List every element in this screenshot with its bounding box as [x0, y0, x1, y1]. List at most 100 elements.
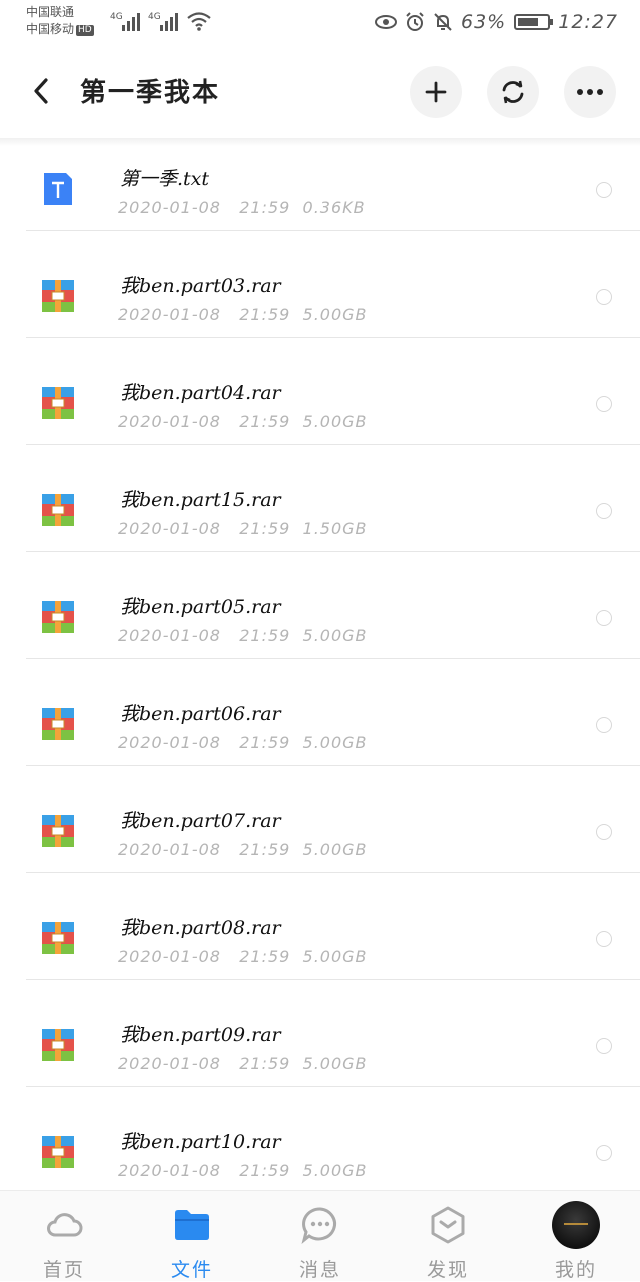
file-meta: 2020-01-08 21:59 5.00GB: [118, 840, 368, 859]
bottom-tab-bar: 首页 文件 消息 发现 我的: [0, 1190, 640, 1281]
more-dots-icon: [577, 89, 603, 95]
file-row[interactable]: 我ben.part04.rar 2020-01-08 21:59 5.00GB: [26, 337, 640, 444]
file-size: 0.36KB: [302, 198, 366, 217]
archive-file-icon: [42, 494, 74, 526]
back-arrow-icon[interactable]: [28, 74, 58, 108]
file-name: 第一季.txt: [120, 168, 210, 190]
file-date: 2020-01-08: [118, 733, 221, 752]
file-row[interactable]: 我ben.part08.rar 2020-01-08 21:59 5.00GB: [26, 872, 640, 979]
alarm-icon: [406, 12, 424, 31]
hd-badge: HD: [76, 25, 94, 36]
file-time: 21:59: [239, 1161, 291, 1180]
file-name: 我ben.part06.rar: [120, 703, 281, 725]
plus-icon: [425, 81, 447, 103]
status-right: 63% 12:27: [375, 9, 618, 35]
discover-icon: [431, 1206, 465, 1244]
folder-icon: [175, 1210, 209, 1240]
file-meta: 2020-01-08 21:59 1.50GB: [118, 519, 368, 538]
file-row[interactable]: 我ben.part05.rar 2020-01-08 21:59 5.00GB: [26, 551, 640, 658]
file-meta: 2020-01-08 21:59 5.00GB: [118, 305, 368, 324]
file-name: 我ben.part03.rar: [120, 275, 281, 297]
file-name: 我ben.part15.rar: [120, 489, 281, 511]
page-title: 第一季我本: [80, 78, 221, 108]
tab-label: 消息: [298, 1259, 341, 1281]
file-list: 第一季.txt 2020-01-08 21:59 0.36KB 我ben.part0…: [0, 124, 640, 1193]
archive-file-icon: [42, 601, 74, 633]
file-size: 5.00GB: [302, 1161, 368, 1180]
select-radio[interactable]: [596, 182, 612, 198]
file-size: 5.00GB: [302, 626, 368, 645]
file-meta: 2020-01-08 21:59 5.00GB: [118, 947, 368, 966]
file-size: 5.00GB: [302, 305, 368, 324]
more-button[interactable]: [564, 66, 616, 118]
tab-label: 首页: [42, 1259, 85, 1281]
archive-file-icon: [42, 1136, 74, 1168]
file-name: 我ben.part04.rar: [120, 382, 281, 404]
select-radio[interactable]: [596, 717, 612, 733]
file-row[interactable]: 第一季.txt 2020-01-08 21:59 0.36KB: [0, 124, 640, 230]
text-file-icon: [44, 173, 72, 205]
file-row[interactable]: 我ben.part03.rar 2020-01-08 21:59 5.00GB: [26, 230, 640, 337]
carrier-2: 中国移动: [26, 22, 75, 36]
archive-file-icon: [42, 387, 74, 419]
file-meta: 2020-01-08 21:59 5.00GB: [118, 733, 368, 752]
file-name: 我ben.part10.rar: [120, 1131, 281, 1153]
file-time: 21:59: [239, 626, 291, 645]
select-radio[interactable]: [596, 610, 612, 626]
file-time: 21:59: [239, 1054, 291, 1073]
select-radio[interactable]: [596, 503, 612, 519]
battery-percent: 63%: [461, 11, 507, 33]
file-meta: 2020-01-08 21:59 5.00GB: [118, 1161, 368, 1180]
file-name: 我ben.part08.rar: [120, 917, 281, 939]
tab-me[interactable]: 我的: [512, 1191, 640, 1281]
file-row[interactable]: 我ben.part06.rar 2020-01-08 21:59 5.00GB: [26, 658, 640, 765]
file-date: 2020-01-08: [118, 1054, 221, 1073]
cloud-icon: [47, 1213, 83, 1237]
add-button[interactable]: [410, 66, 462, 118]
file-size: 5.00GB: [302, 1054, 368, 1073]
file-name: 我ben.part07.rar: [120, 810, 281, 832]
file-size: 5.00GB: [302, 412, 368, 431]
status-bar: 中国联通 中国移动 HD 4G 4G 63% 12:27: [0, 0, 640, 44]
select-radio[interactable]: [596, 1038, 612, 1054]
file-size: 1.50GB: [302, 519, 368, 538]
select-radio[interactable]: [596, 396, 612, 412]
tab-discover[interactable]: 发现: [384, 1191, 512, 1281]
select-radio[interactable]: [596, 289, 612, 305]
file-name: 我ben.part09.rar: [120, 1024, 281, 1046]
wifi-icon: [187, 12, 211, 31]
file-time: 21:59: [239, 840, 291, 859]
network-type-1: 4G: [110, 12, 123, 22]
tab-messages[interactable]: 消息: [256, 1191, 384, 1281]
file-date: 2020-01-08: [118, 305, 221, 324]
file-time: 21:59: [239, 305, 291, 324]
select-radio[interactable]: [596, 1145, 612, 1161]
file-size: 5.00GB: [302, 733, 368, 752]
file-meta: 2020-01-08 21:59 5.00GB: [118, 626, 368, 645]
sync-button[interactable]: [487, 66, 539, 118]
select-radio[interactable]: [596, 824, 612, 840]
file-row[interactable]: 我ben.part07.rar 2020-01-08 21:59 5.00GB: [26, 765, 640, 872]
chat-icon: [301, 1207, 336, 1244]
signal-icon: 4G: [148, 12, 178, 31]
mute-bell-icon: [434, 13, 452, 31]
signal-icon: 4G: [110, 12, 140, 31]
file-row[interactable]: 我ben.part09.rar 2020-01-08 21:59 5.00GB: [26, 979, 640, 1086]
tab-home[interactable]: 首页: [0, 1191, 128, 1281]
file-row[interactable]: 我ben.part15.rar 2020-01-08 21:59 1.50GB: [26, 444, 640, 551]
file-row[interactable]: 我ben.part10.rar 2020-01-08 21:59 5.00GB: [26, 1086, 640, 1193]
carrier-1: 中国联通: [26, 5, 75, 19]
file-date: 2020-01-08: [118, 412, 221, 431]
archive-file-icon: [42, 1029, 74, 1061]
file-meta: 2020-01-08 21:59 5.00GB: [118, 1054, 368, 1073]
select-radio[interactable]: [596, 931, 612, 947]
tab-files[interactable]: 文件: [128, 1191, 256, 1281]
network-type-2: 4G: [148, 12, 161, 22]
archive-file-icon: [42, 815, 74, 847]
file-name: 我ben.part05.rar: [120, 596, 281, 618]
file-date: 2020-01-08: [118, 947, 221, 966]
file-time: 21:59: [239, 412, 291, 431]
file-meta: 2020-01-08 21:59 5.00GB: [118, 412, 368, 431]
file-time: 21:59: [239, 519, 291, 538]
file-time: 21:59: [239, 198, 291, 217]
